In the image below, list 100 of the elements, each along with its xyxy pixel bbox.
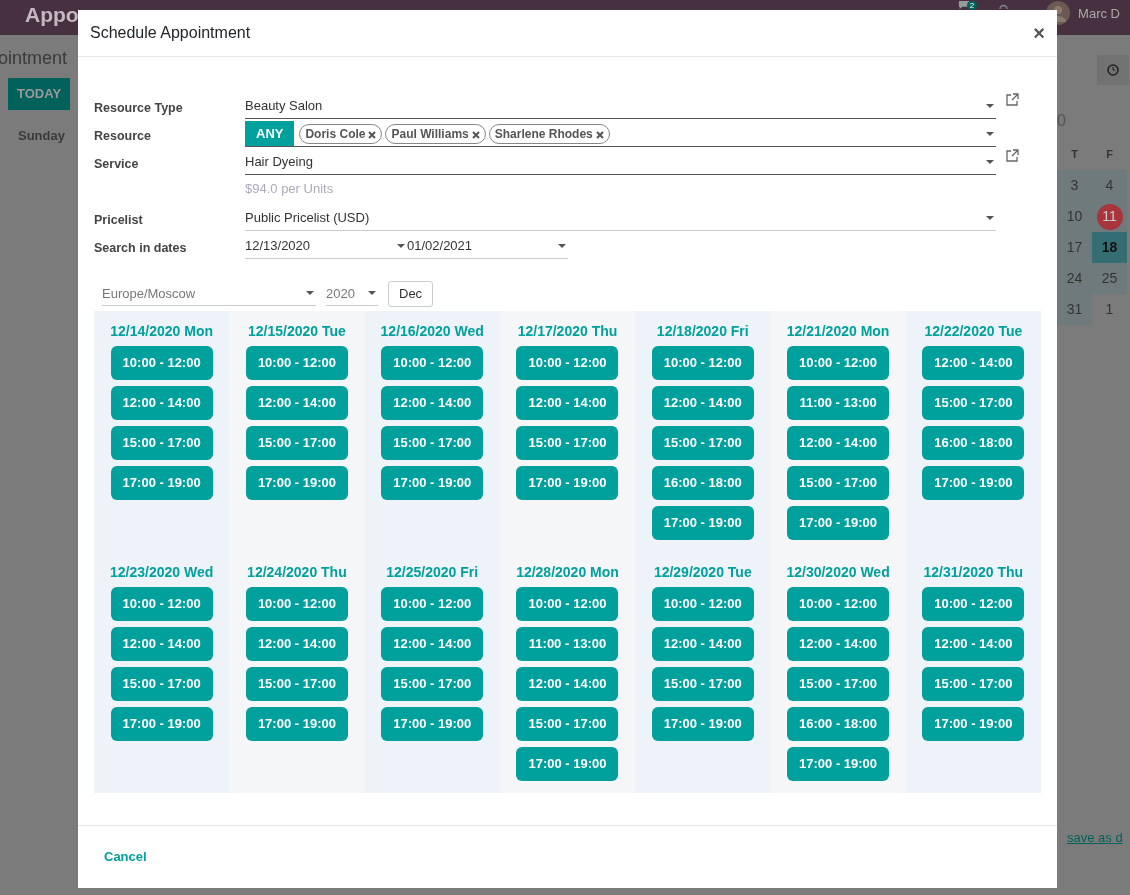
remove-icon[interactable] — [471, 130, 480, 139]
time-slot-button[interactable]: 16:00 - 18:00 — [922, 425, 1025, 460]
time-slot-button[interactable]: 17:00 - 19:00 — [787, 505, 890, 540]
field-label: Search in dates — [94, 240, 188, 257]
time-slot-button[interactable]: 11:00 - 13:00 — [787, 385, 890, 420]
time-slot-button[interactable]: 10:00 - 12:00 — [651, 345, 754, 380]
calendar-day[interactable]: 24 — [1057, 263, 1092, 294]
time-slot-button[interactable]: 10:00 - 12:00 — [787, 586, 890, 621]
any-tag[interactable]: ANY — [245, 120, 295, 147]
time-slot-button[interactable]: 16:00 - 18:00 — [787, 706, 890, 741]
time-slot-button[interactable]: 17:00 - 19:00 — [787, 746, 890, 781]
month-button[interactable]: Dec — [388, 281, 434, 307]
time-slot-button[interactable]: 15:00 - 17:00 — [922, 385, 1025, 420]
time-slot-button[interactable]: 15:00 - 17:00 — [110, 425, 213, 460]
close-button[interactable]: × — [1033, 18, 1045, 48]
time-slot-button[interactable]: 12:00 - 14:00 — [110, 385, 213, 420]
time-slot-button[interactable]: 12:00 - 14:00 — [381, 385, 484, 420]
time-slot-button[interactable]: 15:00 - 17:00 — [245, 666, 348, 701]
time-slot-button[interactable]: 15:00 - 17:00 — [516, 425, 619, 460]
day-heading: 12/16/2020 Wed — [380, 321, 484, 341]
time-slot-button[interactable]: 12:00 - 14:00 — [787, 626, 890, 661]
calendar-day[interactable]: 3 — [1057, 170, 1092, 201]
external-link-icon[interactable] — [1006, 149, 1019, 162]
today-button[interactable]: TODAY — [8, 78, 71, 110]
remove-icon[interactable] — [595, 130, 604, 139]
time-slot-button[interactable]: 17:00 - 19:00 — [516, 465, 619, 500]
time-slot-button[interactable]: 10:00 - 12:00 — [381, 586, 484, 621]
time-slot-button[interactable]: 12:00 - 14:00 — [516, 666, 619, 701]
time-slot-button[interactable]: 10:00 - 12:00 — [922, 586, 1025, 621]
time-slot-button[interactable]: 10:00 - 12:00 — [381, 345, 484, 380]
time-slot-button[interactable]: 17:00 - 19:00 — [381, 465, 484, 500]
time-slot-button[interactable]: 12:00 - 14:00 — [110, 626, 213, 661]
price-hint: $94.0 per Units — [245, 180, 335, 198]
app-brand[interactable]: Appo — [25, 0, 79, 31]
time-slot-button[interactable]: 17:00 - 19:00 — [245, 465, 348, 500]
time-slot-button[interactable]: 12:00 - 14:00 — [516, 385, 619, 420]
calendar-day[interactable]: 31 — [1057, 294, 1092, 325]
time-slot-button[interactable]: 15:00 - 17:00 — [381, 666, 484, 701]
time-slot-button[interactable]: 12:00 - 14:00 — [381, 626, 484, 661]
time-slot-button[interactable]: 15:00 - 17:00 — [516, 706, 619, 741]
calendar-day[interactable]: 10 — [1057, 201, 1092, 232]
select-field[interactable]: Beauty Salon — [245, 93, 996, 119]
time-slot-button[interactable]: 10:00 - 12:00 — [516, 345, 619, 380]
time-slot-button[interactable]: 15:00 - 17:00 — [651, 666, 754, 701]
weekday-label: F — [1105, 147, 1114, 163]
calendar-day[interactable]: 4 — [1092, 170, 1127, 201]
tags-field[interactable]: ANY Doris Cole Paul Williams Sharlene Rhodes — [245, 121, 996, 147]
cancel-button[interactable]: Cancel — [104, 847, 147, 867]
time-slot-button[interactable]: 17:00 - 19:00 — [922, 706, 1025, 741]
time-slot-button[interactable]: 12:00 - 14:00 — [787, 425, 890, 460]
time-slot-button[interactable]: 12:00 - 14:00 — [922, 626, 1025, 661]
time-slot-button[interactable]: 17:00 - 19:00 — [922, 465, 1025, 500]
time-slot-button[interactable]: 12:00 - 14:00 — [651, 385, 754, 420]
day-heading: 12/22/2020 Tue — [924, 321, 1023, 341]
calendar-day[interactable]: 25 — [1092, 263, 1127, 294]
date-field[interactable]: 01/02/2021 — [407, 233, 568, 259]
clock-button[interactable] — [1097, 55, 1129, 85]
time-slot-button[interactable]: 12:00 - 14:00 — [245, 626, 348, 661]
time-slot-button[interactable]: 17:00 - 19:00 — [110, 465, 213, 500]
year-select[interactable]: 2020 — [326, 281, 378, 306]
time-slot-button[interactable]: 10:00 - 12:00 — [516, 586, 619, 621]
time-slot-button[interactable]: 12:00 - 14:00 — [245, 385, 348, 420]
day-heading: 12/14/2020 Mon — [110, 321, 213, 341]
calendar-day[interactable]: 11 — [1096, 203, 1123, 230]
time-slot-button[interactable]: 15:00 - 17:00 — [110, 666, 213, 701]
user-name[interactable]: Marc D — [1078, 4, 1120, 24]
time-slot-button[interactable]: 15:00 - 17:00 — [787, 465, 890, 500]
select-field[interactable]: Public Pricelist (USD) — [245, 205, 996, 231]
time-slot-button[interactable]: 10:00 - 12:00 — [245, 345, 348, 380]
time-slot-button[interactable]: 15:00 - 17:00 — [787, 666, 890, 701]
time-slot-button[interactable]: 15:00 - 17:00 — [381, 425, 484, 460]
remove-icon[interactable] — [368, 130, 377, 139]
external-link-icon[interactable] — [1006, 93, 1019, 106]
time-slot-button[interactable]: 15:00 - 17:00 — [651, 425, 754, 460]
time-slot-button[interactable]: 17:00 - 19:00 — [516, 746, 619, 781]
weekday-label: T — [1070, 147, 1079, 163]
time-slot-button[interactable]: 12:00 - 14:00 — [922, 345, 1025, 380]
time-slot-button[interactable]: 17:00 - 19:00 — [651, 706, 754, 741]
time-slot-button[interactable]: 10:00 - 12:00 — [245, 586, 348, 621]
time-slot-button[interactable]: 12:00 - 14:00 — [651, 626, 754, 661]
save-link[interactable]: save as d — [1067, 828, 1123, 848]
time-slot-button[interactable]: 17:00 - 19:00 — [651, 505, 754, 540]
time-slot-button[interactable]: 16:00 - 18:00 — [651, 465, 754, 500]
calendar-day[interactable]: 18 — [1092, 232, 1127, 263]
time-slot-button[interactable]: 15:00 - 17:00 — [245, 425, 348, 460]
time-slot-button[interactable]: 17:00 - 19:00 — [381, 706, 484, 741]
time-slot-button[interactable]: 11:00 - 13:00 — [516, 626, 619, 661]
chat-icon[interactable] — [957, 1, 970, 9]
time-slot-button[interactable]: 17:00 - 19:00 — [245, 706, 348, 741]
time-slot-button[interactable]: 15:00 - 17:00 — [922, 666, 1025, 701]
time-slot-button[interactable]: 10:00 - 12:00 — [787, 345, 890, 380]
timezone-select[interactable]: Europe/Moscow — [102, 281, 316, 306]
time-slot-button[interactable]: 10:00 - 12:00 — [110, 586, 213, 621]
calendar-day[interactable]: 17 — [1057, 232, 1092, 263]
day-heading: 12/18/2020 Fri — [656, 321, 749, 341]
select-field[interactable]: Hair Dyeing — [245, 149, 996, 175]
time-slot-button[interactable]: 10:00 - 12:00 — [651, 586, 754, 621]
time-slot-button[interactable]: 17:00 - 19:00 — [110, 706, 213, 741]
time-slot-button[interactable]: 10:00 - 12:00 — [110, 345, 213, 380]
date-field[interactable]: 12/13/2020 — [245, 233, 407, 259]
